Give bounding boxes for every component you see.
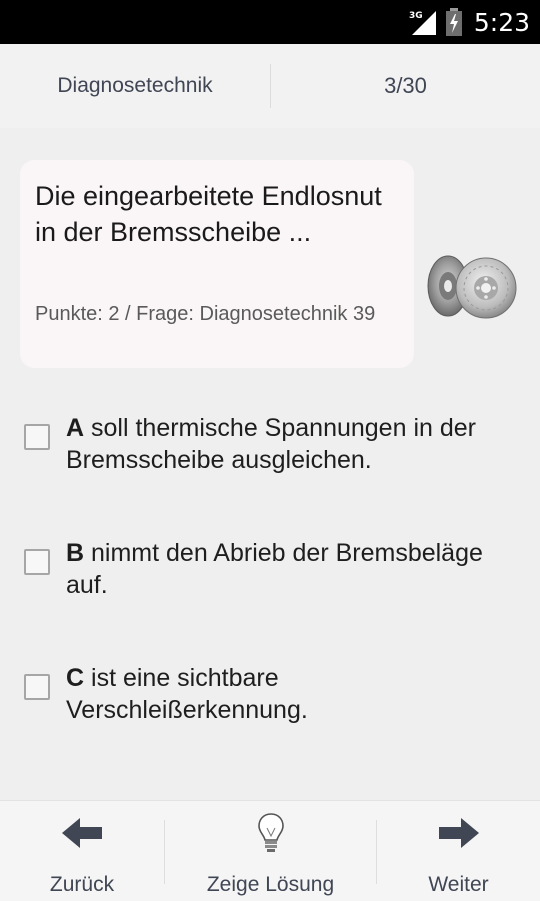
answer-text-b: B nimmt den Abrieb der Bremsbeläge auf. [66, 537, 524, 601]
arrow-left-icon [62, 818, 102, 848]
next-button[interactable]: Weiter [377, 800, 540, 900]
show-solution-button[interactable]: Zeige Lösung [165, 800, 376, 900]
battery-charging-icon [445, 8, 462, 36]
brake-disc-image[interactable] [420, 246, 520, 326]
quiz-header: Diagnosetechnik 3/30 [0, 44, 540, 128]
answer-label: soll thermische Spannungen in der Bremss… [66, 414, 476, 474]
answer-label: ist eine sichtbare Verschleißerkennung. [66, 664, 308, 724]
lightbulb-icon [257, 813, 284, 852]
status-bar: 3G 5:23 [0, 0, 540, 44]
answer-letter: A [66, 414, 85, 442]
answer-text-c: C ist eine sichtbare Verschleißerkennung… [66, 662, 524, 726]
status-icons: 3G 5:23 [408, 0, 530, 44]
answer-label: nimmt den Abrieb der Bremsbeläge auf. [66, 539, 483, 599]
question-meta: Punkte: 2 / Frage: Diagnosetechnik 39 [35, 303, 376, 325]
svg-text:3G: 3G [409, 11, 423, 21]
next-label: Weiter [428, 873, 489, 896]
answer-text-a: A soll thermische Spannungen in der Brem… [66, 412, 524, 476]
category-title: Diagnosetechnik [57, 74, 213, 97]
answer-checkbox-a[interactable] [24, 424, 50, 450]
answer-checkbox-c[interactable] [24, 674, 50, 700]
back-label: Zurück [49, 873, 115, 896]
back-button[interactable]: Zurück [0, 800, 164, 900]
answer-letter: C [66, 664, 85, 692]
question-text: Die eingearbeitete Endlosnut in der Brem… [35, 181, 382, 247]
answer-checkbox-b[interactable] [24, 549, 50, 575]
arrow-right-icon [438, 818, 479, 848]
answer-letter: B [66, 539, 85, 567]
show-solution-label: Zeige Lösung [206, 873, 335, 896]
signal-3g-icon: 3G [409, 11, 436, 35]
question-progress: 3/30 [384, 73, 427, 98]
status-time: 5:23 [473, 7, 530, 37]
question-card: Die eingearbeitete Endlosnut in der Brem… [20, 160, 414, 368]
